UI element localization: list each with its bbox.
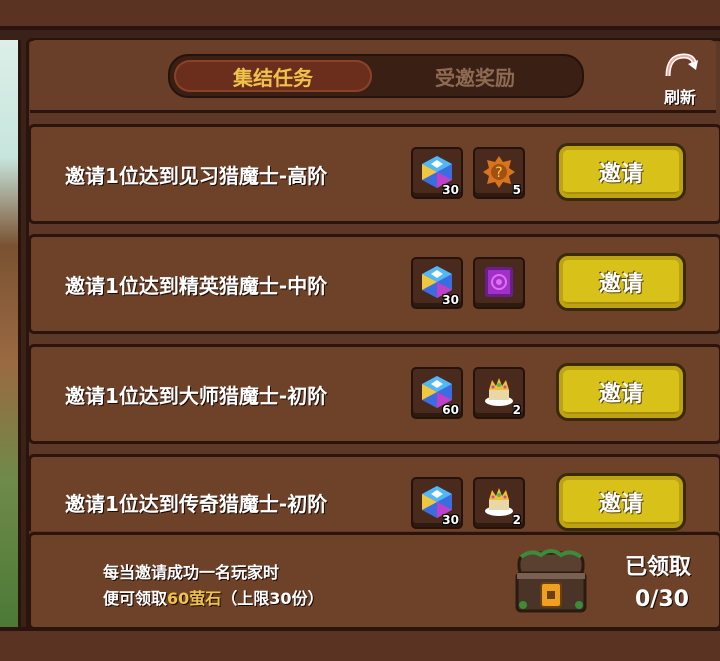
invite-summary: 每当邀请成功一名玩家时 便可领取60萤石（上限30份） 已领取 0/30: [28, 532, 720, 630]
reward-count: 30: [442, 293, 459, 307]
task-row: 邀请1位达到大师猎魔士-初阶 60 2 邀请: [28, 344, 720, 444]
task-row: 邀请1位达到传奇猎魔士-初阶 30 2 邀请: [28, 454, 720, 531]
mystery-gear-icon: ?: [483, 156, 515, 188]
claimed-label: 已领取: [625, 555, 692, 580]
reward-description-line1: 每当邀请成功一名玩家时: [103, 563, 280, 582]
bottom-frame: [0, 627, 720, 661]
background-scene: [0, 40, 21, 628]
treasure-chest-icon[interactable]: [511, 543, 591, 619]
task-row: 邀请1位达到见习猎魔士-高阶 30 ? 5 邀请: [28, 124, 720, 224]
refresh-icon: [665, 53, 698, 77]
reward-item[interactable]: 30: [411, 257, 463, 309]
task-row: 邀请1位达到精英猎魔士-中阶 30 邀请: [28, 234, 720, 334]
reward-count: 30: [442, 513, 459, 527]
tab-rally-tasks[interactable]: 集结任务: [174, 60, 372, 92]
claimed-count: 0/30: [635, 587, 689, 612]
purple-portal-icon: [485, 267, 513, 297]
reward-item[interactable]: [473, 257, 525, 309]
invite-button[interactable]: 邀请: [556, 473, 686, 531]
crown-cake-icon: [485, 378, 513, 406]
crown-cake-icon: [485, 488, 513, 516]
reward-item[interactable]: 2: [473, 477, 525, 529]
invite-button[interactable]: 邀请: [556, 363, 686, 421]
reward-count: 30: [442, 183, 459, 197]
task-text: 邀请1位达到见习猎魔士-高阶: [65, 163, 328, 188]
tab-invited-rewards[interactable]: 受邀奖励: [376, 60, 574, 92]
reward-highlight: 60萤石: [167, 589, 222, 608]
reward-item[interactable]: 30: [411, 147, 463, 199]
svg-text:?: ?: [495, 165, 502, 181]
reward-count: 2: [512, 403, 521, 417]
reward-item[interactable]: 2: [473, 367, 525, 419]
reward-count: 5: [512, 183, 521, 197]
reward-item[interactable]: ? 5: [473, 147, 525, 199]
refresh-label: 刷新: [663, 88, 696, 107]
reward-description-line2: 便可领取60萤石（上限30份）: [103, 585, 324, 609]
reward-limit: （上限30份）: [221, 589, 324, 608]
refresh-button[interactable]: 刷新: [650, 50, 710, 107]
task-text: 邀请1位达到大师猎魔士-初阶: [65, 383, 328, 408]
reward-count: 2: [512, 513, 521, 527]
reward-count: 60: [442, 403, 459, 417]
top-frame: [0, 0, 720, 30]
reward-item[interactable]: 60: [411, 367, 463, 419]
task-text: 邀请1位达到精英猎魔士-中阶: [65, 273, 328, 298]
tab-group: 集结任务 受邀奖励: [168, 54, 584, 98]
invite-button[interactable]: 邀请: [556, 253, 686, 311]
reward-description-prefix: 便可领取: [103, 589, 168, 608]
invite-button[interactable]: 邀请: [556, 143, 686, 201]
reward-item[interactable]: 30: [411, 477, 463, 529]
